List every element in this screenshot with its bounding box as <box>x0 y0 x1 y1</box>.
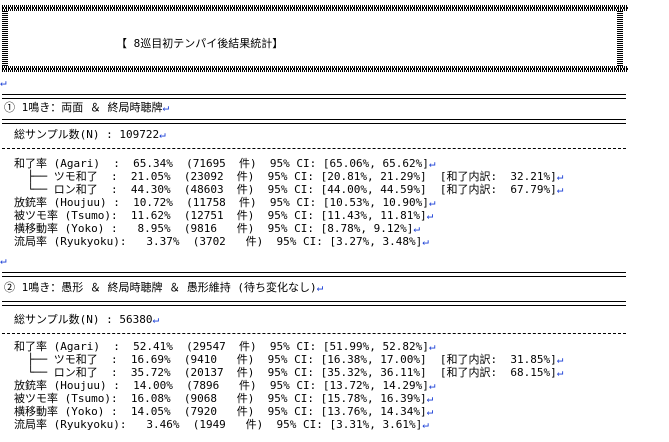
stat-row: └── ロン和了 : 44.30% (48603 件) 95% CI: [44.… <box>14 183 564 196</box>
section-2-total: 総サンプル数(N) : 56380↵ <box>14 313 160 326</box>
banner-right-border <box>617 11 623 66</box>
section-2-separator <box>2 272 626 277</box>
return-mark: ↵ <box>0 76 7 89</box>
section-1-separator <box>2 119 626 124</box>
stat-row: 被ツモ率 (Tsumo): 16.08% (9068 件) 95% CI: [1… <box>14 392 434 405</box>
stat-row: 放銃率 (Houjuu) : 10.72% (11758 件) 95% CI: … <box>14 196 436 209</box>
return-mark: ↵ <box>0 254 7 267</box>
stat-row: 横移動率 (Yoko) : 14.05% (7920 件) 95% CI: [1… <box>14 405 434 418</box>
section-1-divider <box>2 148 626 149</box>
stat-row: 流局率 (Ryukyoku): 3.46% (1949 件) 95% CI: [… <box>14 418 429 431</box>
section-1-heading: ① 1鳴き：両面 ＆ 終局時聴牌↵ <box>4 101 170 114</box>
section-1-total: 総サンプル数(N) : 109722↵ <box>14 128 166 141</box>
stat-row: 被ツモ率 (Tsumo): 11.62% (12751 件) 95% CI: [… <box>14 209 434 222</box>
section-2-separator <box>2 301 626 306</box>
section-1-separator <box>2 94 626 99</box>
banner-top-border <box>2 5 628 11</box>
banner-bottom-border <box>2 66 628 72</box>
stat-row: 横移動率 (Yoko) : 8.95% (9816 件) 95% CI: [8.… <box>14 222 420 235</box>
section-2-divider <box>2 333 626 334</box>
stat-row: 和了率 (Agari) : 52.41% (29547 件) 95% CI: [… <box>14 340 436 353</box>
stat-row: 流局率 (Ryukyoku): 3.37% (3702 件) 95% CI: [… <box>14 235 429 248</box>
stat-row: 和了率 (Agari) : 65.34% (71695 件) 95% CI: [… <box>14 157 436 170</box>
section-2-heading: ② 1鳴き：愚形 ＆ 終局時聴牌 ＆ 愚形維持 (待ち変化なし)↵ <box>4 281 324 294</box>
stat-row: ├── ツモ和了 : 21.05% (23092 件) 95% CI: [20.… <box>14 170 564 183</box>
report-title: 【 8巡目初テンパイ後結果統計】 <box>116 37 284 50</box>
banner-left-border <box>2 11 8 66</box>
stat-row: 放銃率 (Houjuu) : 14.00% (7896 件) 95% CI: [… <box>14 379 436 392</box>
stat-row: └── ロン和了 : 35.72% (20137 件) 95% CI: [35.… <box>14 366 564 379</box>
stat-row: ├── ツモ和了 : 16.69% (9410 件) 95% CI: [16.3… <box>14 353 564 366</box>
